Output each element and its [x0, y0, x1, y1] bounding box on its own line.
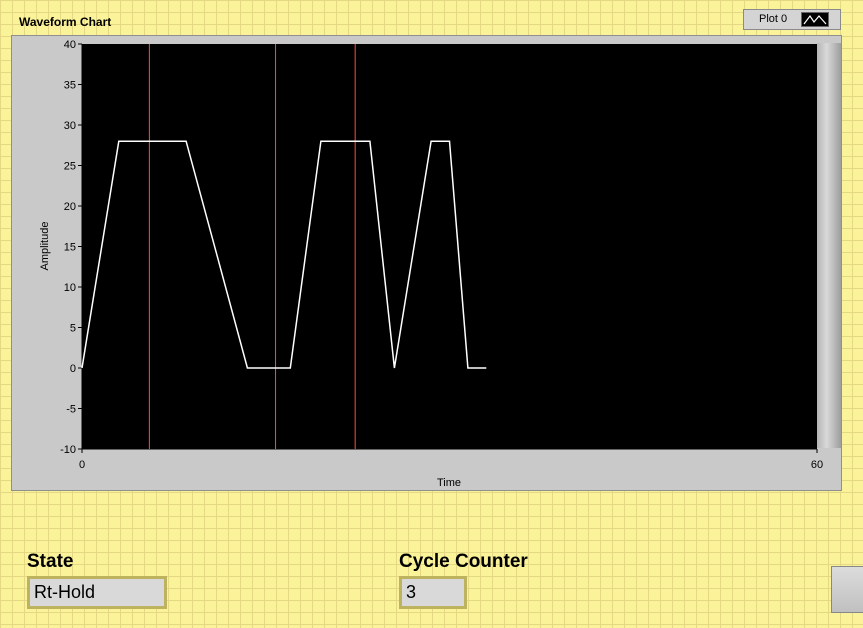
- y-tick-label: -5: [66, 404, 76, 416]
- state-indicator: Rt-Hold: [27, 576, 167, 609]
- y-tick-label: 35: [64, 80, 76, 92]
- y-axis-title: Amplitude: [39, 222, 51, 271]
- waveform-chart: 40 35 30 25 20 15 10 5 0 -5 -10 0 60 Time Amplitude: [39, 39, 823, 489]
- state-label: State: [27, 551, 74, 572]
- y-tick-label: 5: [70, 323, 76, 335]
- y-tick-label: 20: [64, 201, 76, 213]
- y-tick-label: -10: [60, 444, 76, 456]
- x-axis: 0 60: [79, 448, 823, 471]
- y-tick-label: 10: [64, 282, 76, 294]
- cycle-counter-indicator: 3: [399, 576, 467, 609]
- plot-area: [82, 44, 817, 449]
- y-tick-label: 15: [64, 242, 76, 254]
- y-tick-label: 40: [64, 39, 76, 51]
- x-tick-label: 60: [811, 459, 823, 471]
- x-tick-label: 0: [79, 459, 85, 471]
- x-axis-title: Time: [437, 477, 461, 489]
- y-axis: 40 35 30 25 20 15 10 5 0 -5 -10: [60, 39, 83, 456]
- y-tick-label: 0: [70, 363, 76, 375]
- cycle-counter-label: Cycle Counter: [399, 551, 528, 572]
- y-tick-label: 30: [64, 120, 76, 132]
- y-tick-label: 25: [64, 161, 76, 173]
- side-button[interactable]: [831, 566, 863, 613]
